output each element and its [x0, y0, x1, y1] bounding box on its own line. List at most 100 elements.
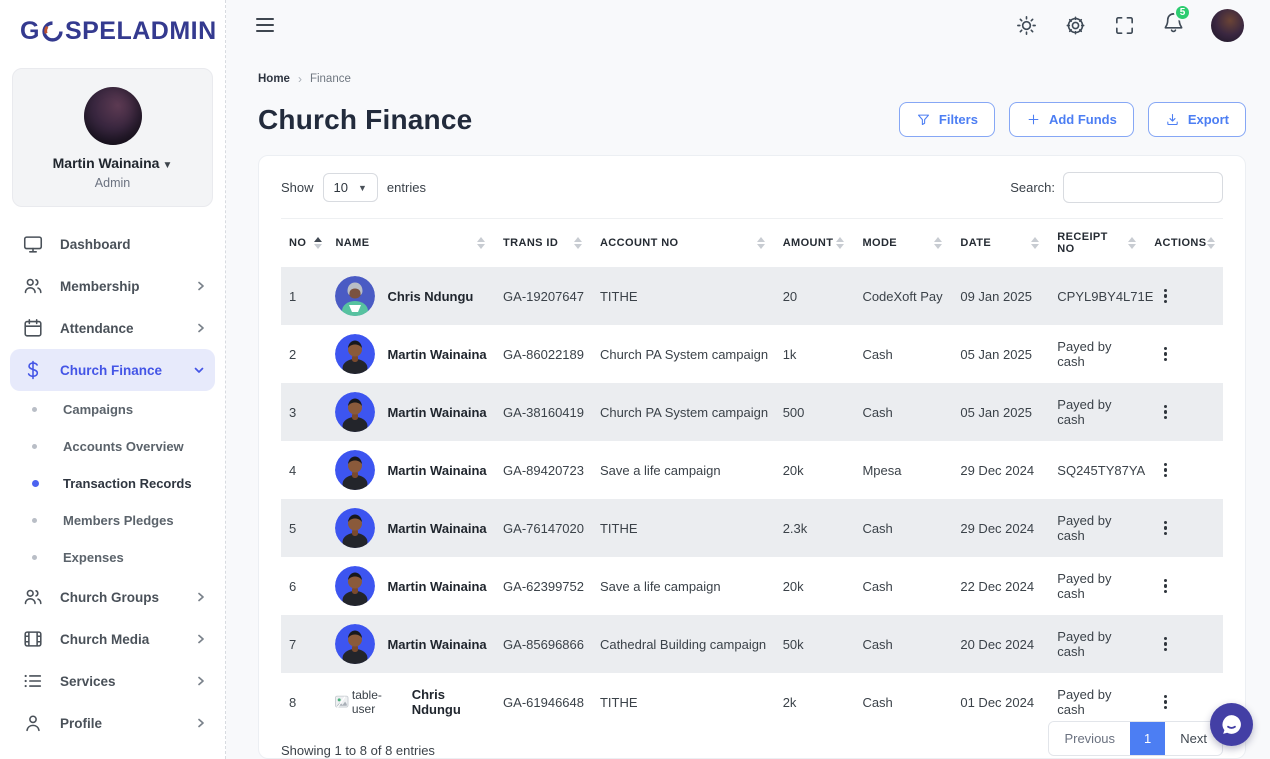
cell-amount: 2k — [775, 673, 855, 731]
column-header-mode[interactable]: MODE — [854, 219, 952, 268]
cell-amount: 20k — [775, 557, 855, 615]
show-label: Show — [281, 180, 314, 195]
row-actions-menu-icon[interactable] — [1154, 343, 1176, 365]
profile-name-dropdown[interactable]: Martin Wainaina▼ — [23, 155, 202, 171]
pagination-page-1[interactable]: 1 — [1130, 722, 1165, 755]
cell-no: 5 — [281, 499, 327, 557]
sidebar-item-attendance[interactable]: Attendance — [0, 307, 225, 349]
table-row: 3Martin WainainaGA-38160419Church PA Sys… — [281, 383, 1223, 441]
cell-trans-id: GA-62399752 — [495, 557, 592, 615]
transactions-table: NONAMETRANS IDACCOUNT NOAMOUNTMODEDATERE… — [281, 218, 1223, 731]
calendar-icon — [22, 317, 44, 339]
sidebar-item-campaigns[interactable]: Campaigns — [0, 391, 225, 428]
settings-icon[interactable] — [1064, 14, 1087, 37]
sidebar-item-membership[interactable]: Membership — [0, 265, 225, 307]
cell-date: 22 Dec 2024 — [952, 557, 1049, 615]
cell-name: Chris Ndungu — [327, 267, 495, 325]
row-actions-menu-icon[interactable] — [1154, 691, 1176, 713]
cell-trans-id: GA-89420723 — [495, 441, 592, 499]
column-header-name[interactable]: NAME — [327, 219, 495, 268]
export-button[interactable]: Export — [1148, 102, 1246, 137]
sidebar-item-church-media[interactable]: Church Media — [0, 618, 225, 660]
column-header-account-no[interactable]: ACCOUNT NO — [592, 219, 775, 268]
cell-name: Martin Wainaina — [327, 557, 495, 615]
page-actions: Filters Add Funds Export — [899, 102, 1246, 137]
cell-account-no: Church PA System campaign — [592, 325, 775, 383]
sidebar-item-profile[interactable]: Profile — [0, 702, 225, 744]
row-actions-menu-icon[interactable] — [1154, 459, 1176, 481]
plus-icon — [1026, 112, 1041, 127]
hamburger-menu-icon[interactable] — [256, 14, 274, 36]
member-avatar — [335, 276, 375, 316]
sidebar-item-services[interactable]: Services — [0, 660, 225, 702]
sort-icon — [314, 237, 326, 249]
pagination: Previous 1 Next — [1048, 721, 1223, 756]
row-actions-menu-icon[interactable] — [1154, 633, 1176, 655]
cell-amount: 2.3k — [775, 499, 855, 557]
sidebar-item-church-finance[interactable]: Church Finance — [10, 349, 215, 391]
entries-select[interactable]: 10▼ — [323, 173, 378, 202]
row-actions-menu-icon[interactable] — [1154, 285, 1176, 307]
cell-date: 09 Jan 2025 — [952, 267, 1049, 325]
filters-button[interactable]: Filters — [899, 102, 995, 137]
column-header-actions[interactable]: ACTIONS — [1146, 219, 1223, 268]
sidebar-item-accounts-overview[interactable]: Accounts Overview — [0, 428, 225, 465]
cell-actions — [1146, 557, 1223, 615]
column-header-no[interactable]: NO — [281, 219, 327, 268]
row-actions-menu-icon[interactable] — [1154, 401, 1176, 423]
finance-table-card: Show 10▼ entries Search: NONAMETRANS IDA… — [258, 155, 1246, 759]
sort-icon — [836, 237, 848, 249]
page-title: Church Finance — [258, 104, 472, 136]
add-funds-button[interactable]: Add Funds — [1009, 102, 1134, 137]
chat-widget-button[interactable] — [1210, 703, 1253, 746]
sidebar-item-expenses[interactable]: Expenses — [0, 539, 225, 576]
column-header-trans-id[interactable]: TRANS ID — [495, 219, 592, 268]
cell-trans-id: GA-19207647 — [495, 267, 592, 325]
cell-actions — [1146, 441, 1223, 499]
logo-o-icon — [42, 21, 63, 42]
cell-date: 29 Dec 2024 — [952, 499, 1049, 557]
cell-date: 29 Dec 2024 — [952, 441, 1049, 499]
row-actions-menu-icon[interactable] — [1154, 517, 1176, 539]
download-icon — [1165, 112, 1180, 127]
brand-logo[interactable]: GSPELADMIN — [0, 0, 225, 46]
sidebar-item-church-groups[interactable]: Church Groups — [0, 576, 225, 618]
search-input[interactable] — [1063, 172, 1223, 203]
cell-no: 6 — [281, 557, 327, 615]
notifications-button[interactable]: 5 — [1162, 11, 1185, 39]
cell-date: 01 Dec 2024 — [952, 673, 1049, 731]
sort-icon — [1128, 237, 1140, 249]
cell-date: 05 Jan 2025 — [952, 325, 1049, 383]
column-header-date[interactable]: DATE — [952, 219, 1049, 268]
member-name: Martin Wainaina — [387, 463, 486, 478]
dollar-icon — [22, 359, 44, 381]
sort-icon — [1031, 237, 1043, 249]
cell-date: 05 Jan 2025 — [952, 383, 1049, 441]
sort-icon — [934, 237, 946, 249]
cell-receipt-no: Payed by cash — [1049, 499, 1146, 557]
sort-icon — [1207, 237, 1219, 249]
pagination-previous[interactable]: Previous — [1049, 722, 1130, 755]
sidebar-item-dashboard[interactable]: Dashboard — [0, 223, 225, 265]
sidebar-item-members-pledges[interactable]: Members Pledges — [0, 502, 225, 539]
row-actions-menu-icon[interactable] — [1154, 575, 1176, 597]
user-avatar[interactable] — [1211, 9, 1244, 42]
column-header-receipt-no[interactable]: RECEIPT NO — [1049, 219, 1146, 268]
cell-mode: Mpesa — [854, 441, 952, 499]
cell-receipt-no: Payed by cash — [1049, 325, 1146, 383]
fullscreen-icon[interactable] — [1113, 14, 1136, 37]
breadcrumb-home-link[interactable]: Home — [258, 73, 290, 85]
breadcrumb: Home › Finance — [258, 72, 1246, 86]
cell-trans-id: GA-38160419 — [495, 383, 592, 441]
cell-actions — [1146, 267, 1223, 325]
film-icon — [22, 628, 44, 650]
theme-toggle-icon[interactable] — [1015, 14, 1038, 37]
chat-bubble-icon — [1219, 712, 1244, 737]
sidebar-item-transaction-records[interactable]: Transaction Records — [0, 465, 225, 502]
cell-mode: Cash — [854, 557, 952, 615]
cell-trans-id: GA-85696866 — [495, 615, 592, 673]
column-header-amount[interactable]: AMOUNT — [775, 219, 855, 268]
cell-trans-id: GA-86022189 — [495, 325, 592, 383]
sidebar: GSPELADMIN Martin Wainaina▼ Admin Dashbo… — [0, 0, 226, 759]
member-name: Martin Wainaina — [387, 521, 486, 536]
